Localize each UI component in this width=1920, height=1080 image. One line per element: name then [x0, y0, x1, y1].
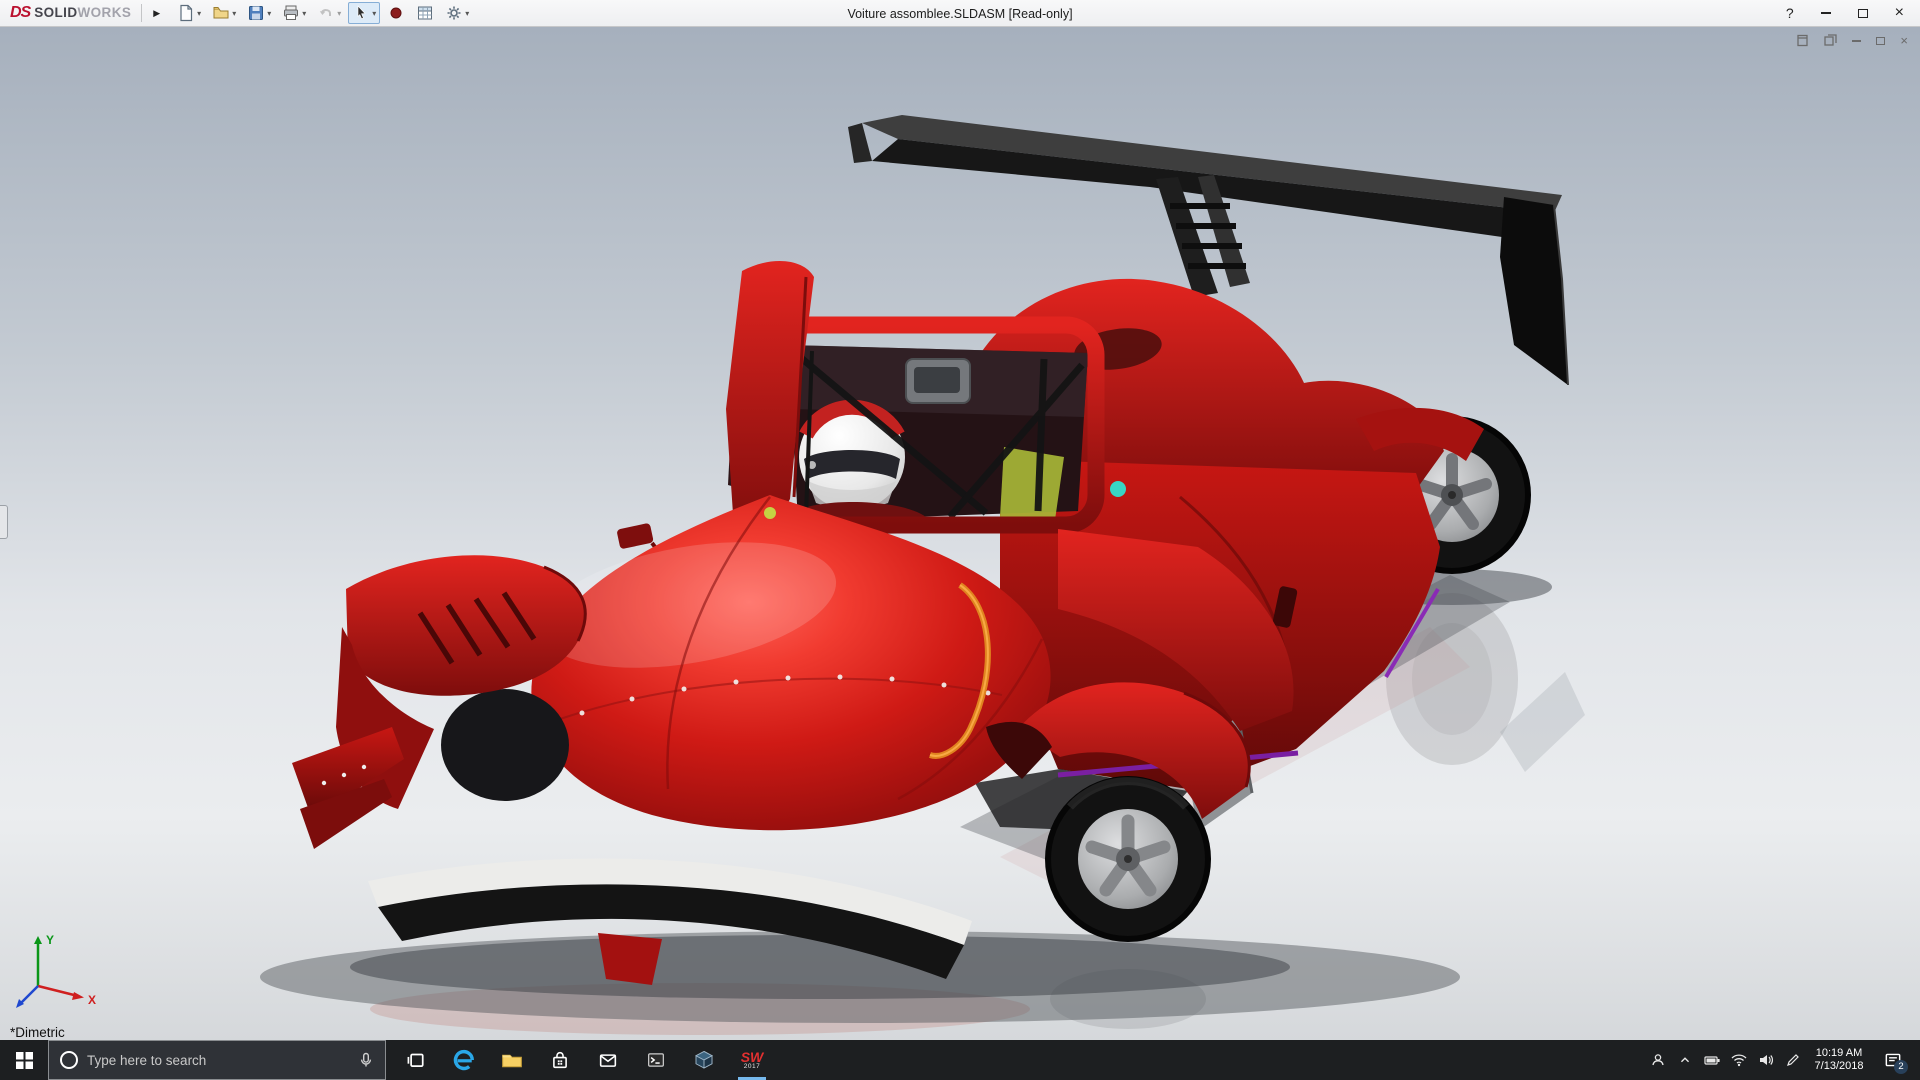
select-button[interactable]: ▾	[348, 2, 380, 24]
console-icon	[645, 1049, 667, 1071]
clock-time: 10:19 AM	[1808, 1047, 1870, 1060]
open-button[interactable]: ▾	[208, 2, 240, 24]
windows-logo-icon	[16, 1052, 33, 1069]
options-gear-icon	[445, 4, 463, 22]
windows-taskbar: SW 2017 10:19 AM	[0, 1040, 1920, 1080]
battery-icon	[1703, 1051, 1721, 1069]
print-button[interactable]: ▾	[278, 2, 310, 24]
console-button[interactable]	[632, 1040, 680, 1080]
new-document-icon	[177, 4, 195, 22]
microphone-icon[interactable]	[357, 1051, 375, 1069]
clock-date: 7/13/2018	[1808, 1060, 1870, 1073]
network-button[interactable]	[1725, 1040, 1752, 1080]
dropdown-caret: ▾	[465, 9, 469, 18]
mdi-restore-button[interactable]	[1876, 37, 1885, 45]
undo-icon	[317, 4, 335, 22]
file-explorer-button[interactable]	[488, 1040, 536, 1080]
print-icon	[282, 4, 300, 22]
standard-toolbar: ▾ ▾ ▾ ▾ ▾ ▾	[173, 2, 473, 24]
solidworks-logo: DS SOLID WORKS	[0, 4, 131, 22]
save-button[interactable]: ▾	[243, 2, 275, 24]
cortana-icon[interactable]	[59, 1050, 79, 1070]
file-explorer-icon	[500, 1048, 524, 1072]
taskbar-clock[interactable]: 10:19 AM 7/13/2018	[1806, 1047, 1872, 1073]
dropdown-caret: ▾	[267, 9, 271, 18]
feature-tree-collapsed-tab[interactable]	[0, 505, 8, 539]
start-button[interactable]	[0, 1040, 48, 1080]
solidworks-taskbar-button[interactable]: SW 2017	[728, 1040, 776, 1080]
edge-button[interactable]	[440, 1040, 488, 1080]
volume-button[interactable]	[1752, 1040, 1779, 1080]
new-document-button[interactable]: ▾	[173, 2, 205, 24]
menu-expand-button[interactable]: ▶	[150, 6, 163, 21]
record-macro-icon	[387, 4, 405, 22]
select-cursor-icon	[352, 4, 370, 22]
driver-helmet	[799, 404, 905, 510]
cascade-window-icon[interactable]	[1824, 34, 1837, 47]
dropdown-caret: ▾	[372, 9, 376, 18]
edge-icon	[452, 1048, 476, 1072]
solidworks-window: DS SOLID WORKS ▶ ▾ ▾ ▾ ▾	[0, 0, 1920, 1080]
mdi-close-button[interactable]: ×	[1900, 34, 1908, 47]
dropdown-caret: ▾	[197, 9, 201, 18]
y-axis-label: Y	[46, 933, 54, 947]
close-button[interactable]: ×	[1895, 5, 1904, 21]
dropdown-caret: ▾	[337, 9, 341, 18]
store-icon	[549, 1049, 571, 1071]
pen-settings-button[interactable]	[1779, 1040, 1806, 1080]
pinned-apps: SW 2017	[392, 1040, 776, 1080]
separator	[141, 4, 142, 22]
maximize-button[interactable]	[1858, 9, 1868, 18]
task-view-button[interactable]	[392, 1040, 440, 1080]
task-view-icon	[405, 1049, 427, 1071]
dropdown-caret: ▾	[232, 9, 236, 18]
mail-button[interactable]	[584, 1040, 632, 1080]
undo-button[interactable]: ▾	[313, 2, 345, 24]
taskbar-search-box[interactable]	[48, 1040, 386, 1080]
graphics-area[interactable]: × Y X *Dimetric	[0, 27, 1920, 1040]
cad-cube-icon	[692, 1048, 716, 1072]
pen-icon	[1784, 1051, 1802, 1069]
search-input[interactable]	[87, 1053, 349, 1068]
record-macro-button[interactable]	[383, 2, 409, 24]
help-button[interactable]: ?	[1786, 6, 1794, 20]
people-icon	[1649, 1051, 1667, 1069]
wifi-icon	[1730, 1051, 1748, 1069]
logo-works: WORKS	[78, 5, 132, 20]
solidworks-icon: SW	[741, 1051, 764, 1063]
new-window-icon[interactable]	[1796, 34, 1809, 47]
save-icon	[247, 4, 265, 22]
titlebar: DS SOLID WORKS ▶ ▾ ▾ ▾ ▾	[0, 0, 1920, 27]
open-folder-icon	[212, 4, 230, 22]
chevron-up-icon	[1677, 1052, 1693, 1068]
teal-light	[1110, 481, 1126, 497]
mdi-minimize-button[interactable]	[1852, 40, 1861, 42]
x-axis-label: X	[88, 993, 96, 1007]
window-controls: ? ×	[1786, 5, 1920, 21]
cad-viewer-button[interactable]	[680, 1040, 728, 1080]
options-button[interactable]: ▾	[441, 2, 473, 24]
car-render	[0, 27, 1920, 1040]
minimize-button[interactable]	[1821, 12, 1831, 14]
view-orientation-label: *Dimetric	[10, 1025, 65, 1040]
battery-button[interactable]	[1698, 1040, 1725, 1080]
solidworks-year: 2017	[744, 1063, 760, 1070]
orientation-triad: Y X	[8, 924, 104, 1016]
mail-icon	[597, 1049, 619, 1071]
design-table-button[interactable]	[412, 2, 438, 24]
notification-badge: 2	[1894, 1060, 1908, 1074]
dropdown-caret: ▾	[302, 9, 306, 18]
action-center-button[interactable]: 2	[1872, 1040, 1914, 1080]
ds-logo: DS	[10, 4, 30, 22]
store-button[interactable]	[536, 1040, 584, 1080]
design-table-icon	[416, 4, 434, 22]
people-button[interactable]	[1644, 1040, 1671, 1080]
logo-solid: SOLID	[34, 5, 77, 20]
speaker-icon	[1757, 1051, 1775, 1069]
document-window-controls: ×	[1796, 34, 1908, 47]
show-hidden-icons-button[interactable]	[1671, 1040, 1698, 1080]
front-wheel	[1048, 779, 1208, 939]
system-tray: 10:19 AM 7/13/2018 2	[1644, 1040, 1920, 1080]
